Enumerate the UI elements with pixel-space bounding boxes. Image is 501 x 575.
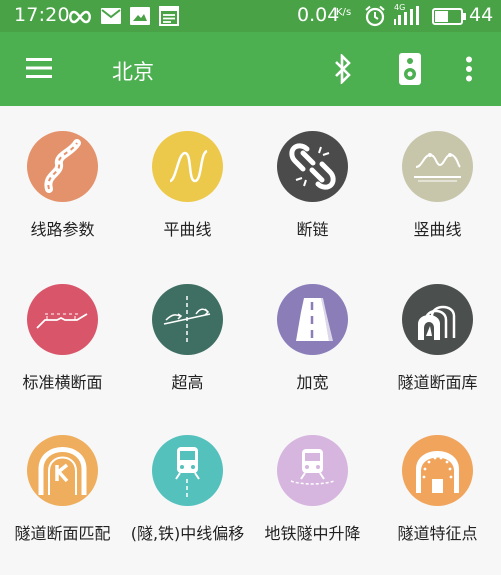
speaker-icon[interactable] — [399, 53, 421, 89]
grid-item-label: 竖曲线 — [413, 220, 462, 239]
mail-icon — [101, 8, 121, 28]
grid-item-label: 断链 — [296, 220, 329, 239]
battery-icon — [432, 8, 466, 29]
signal-icon — [394, 6, 424, 30]
loop-icon — [68, 9, 92, 28]
battery-level: 44 — [469, 4, 494, 26]
image-icon — [130, 7, 150, 29]
wave-curve-icon — [152, 131, 223, 202]
grid-item-tunnel-feature-points[interactable]: 隧道特征点 — [375, 410, 500, 560]
bluetooth-icon[interactable] — [333, 52, 353, 88]
alarm-icon — [364, 5, 386, 31]
vertical-curve-icon — [402, 131, 473, 202]
grid-item-label: 超高 — [171, 373, 204, 392]
grid-item-route-params[interactable]: 线路参数 — [0, 106, 125, 256]
page-title: 北京 — [112, 60, 154, 84]
grid-item-label: 加宽 — [296, 373, 329, 392]
grid-item-label: 隧道断面匹配 — [14, 524, 111, 543]
superelevation-icon — [152, 284, 223, 355]
app-toolbar: 北京 — [0, 32, 501, 106]
tunnel-library-icon — [402, 284, 473, 355]
broken-link-icon — [277, 131, 348, 202]
status-time: 17:20 — [14, 4, 70, 26]
grid-item-widening[interactable]: 加宽 — [250, 259, 375, 409]
function-grid: 线路参数 平曲线 断链 竖曲线 标准横断面 超高 加宽 隧道断面库 隧道断面匹配… — [0, 106, 501, 575]
grid-item-superelevation[interactable]: 超高 — [125, 259, 250, 409]
grid-item-tunnel-section-match[interactable]: 隧道断面匹配 — [0, 410, 125, 560]
network-speed: 0.04 — [297, 4, 340, 26]
grid-item-label: 隧道特征点 — [397, 524, 478, 543]
notes-icon — [159, 6, 179, 30]
grid-item-centerline-offset[interactable]: (隧,铁)中线偏移 — [125, 410, 250, 560]
status-bar: 17:20 0.04 K/s 4G 44 — [0, 0, 501, 32]
grid-item-broken-chain[interactable]: 断链 — [250, 106, 375, 256]
metro-train-icon — [277, 435, 348, 506]
tunnel-feature-icon — [402, 435, 473, 506]
cross-section-icon — [27, 284, 98, 355]
grid-item-label: 线路参数 — [30, 220, 95, 239]
more-vert-icon[interactable] — [465, 56, 473, 86]
grid-item-label: 平曲线 — [163, 220, 212, 239]
grid-item-label: 标准横断面 — [22, 373, 103, 392]
grid-item-tunnel-section-library[interactable]: 隧道断面库 — [375, 259, 500, 409]
network-speed-unit: K/s — [336, 7, 352, 18]
menu-icon[interactable] — [26, 57, 52, 83]
winding-road-icon — [27, 131, 98, 202]
grid-item-metro-tunnel-lift[interactable]: 地铁隧中升降 — [250, 410, 375, 560]
train-offset-icon — [152, 435, 223, 506]
widening-road-icon — [277, 284, 348, 355]
grid-item-label: (隧,铁)中线偏移 — [130, 524, 245, 543]
grid-item-horizontal-curve[interactable]: 平曲线 — [125, 106, 250, 256]
tunnel-match-icon — [27, 435, 98, 506]
grid-item-standard-cross-section[interactable]: 标准横断面 — [0, 259, 125, 409]
grid-item-vertical-curve[interactable]: 竖曲线 — [375, 106, 500, 256]
grid-item-label: 地铁隧中升降 — [264, 524, 361, 543]
grid-item-label: 隧道断面库 — [397, 373, 478, 392]
